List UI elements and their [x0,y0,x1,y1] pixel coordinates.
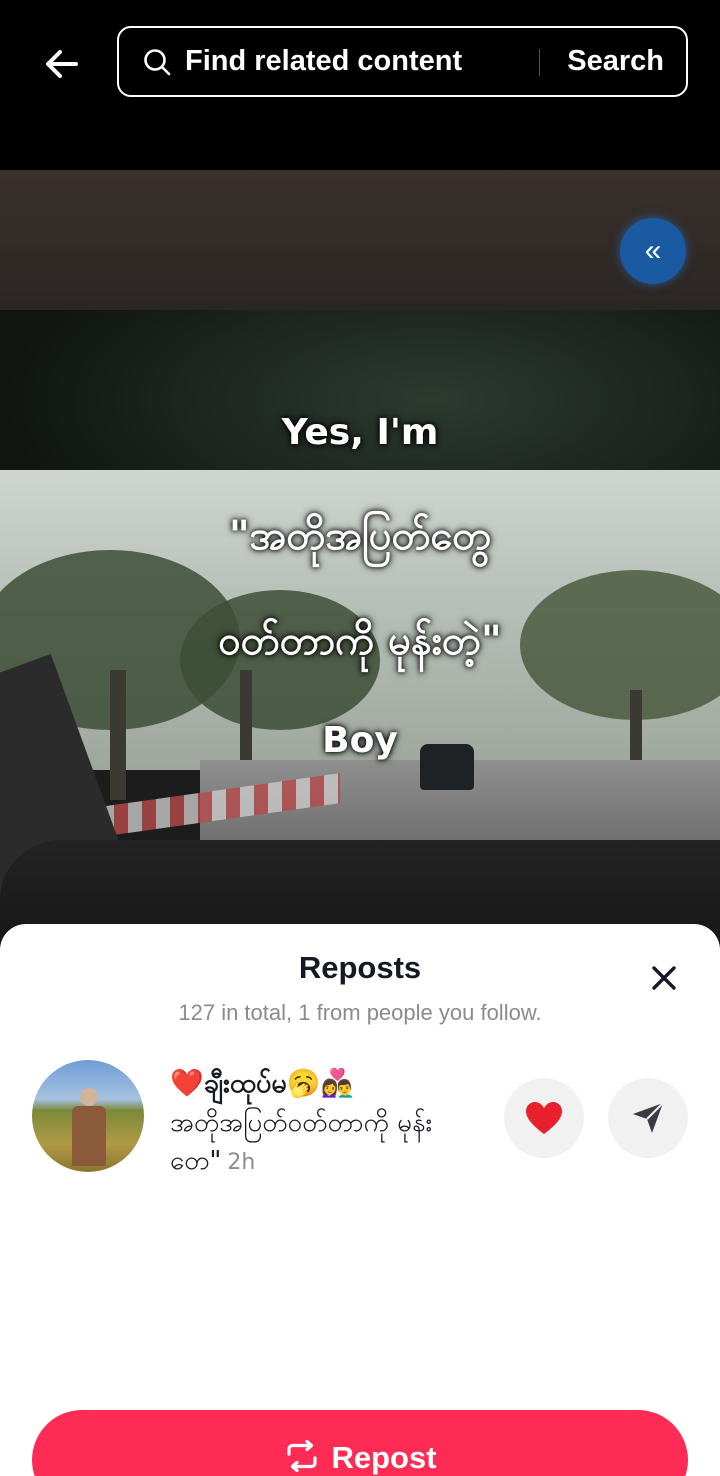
heart-icon [526,1102,562,1134]
overlay-text-line: Yes, I'm [281,412,439,453]
search-bar: Search [117,26,688,97]
overlay-text-line: "အတိုအပြတ်တွေ [228,513,492,559]
sheet-title: Reposts [298,950,422,985]
user-caption: အတိုအပြတ်ဝတ်တာကို မုန်းတေ" 2h [170,1104,490,1182]
avatar-body [72,1106,106,1166]
search-icon [141,46,173,78]
send-icon [633,1102,664,1133]
repost-button[interactable]: Repost [32,1410,688,1476]
avatar-figure [72,1088,106,1166]
repost-label: Repost [331,1440,437,1475]
avatar-head [80,1088,98,1106]
search-button[interactable]: Search [567,28,664,95]
repost-count: 127 in total, 1 from people you follow. [178,1000,542,1025]
video-player[interactable]: « Yes, I'm "အတိုအပြတ်တွေ ဝတ်တာကို မုန်းတ… [0,170,720,950]
list-item[interactable]: ❤️ချီးထုပ်မ🥱👩‍❤️‍👨 အတိုအပြတ်ဝတ်တာကို မုန… [0,1060,720,1200]
reposts-sheet: Reposts 127 in total, 1 from people you … [0,924,720,1476]
overlay-text-line: Boy [322,720,398,761]
close-icon [652,966,676,990]
overlay-text-line: ဝတ်တာကို မုန်းတဲ့" [218,618,502,664]
expand-button[interactable]: « [620,218,686,284]
repost-icon [283,1440,321,1472]
caption-text: အတိုအပြတ်ဝတ်တာကို မုန်းတေ" [170,1108,433,1176]
search-divider [539,49,540,76]
avatar[interactable] [32,1060,144,1172]
search-input[interactable] [185,45,525,78]
like-button[interactable] [504,1078,584,1158]
send-button[interactable] [608,1078,688,1158]
timestamp: 2h [227,1150,256,1175]
close-button[interactable] [642,956,686,1000]
user-info: ❤️ချီးထုပ်မ🥱👩‍❤️‍👨 အတိုအပြတ်ဝတ်တာကို မုန… [170,1064,490,1182]
back-button[interactable] [36,38,88,90]
top-bar: Search [0,0,720,170]
video-roof [0,170,720,310]
expand-icon: « [644,234,662,267]
back-arrow-icon [46,50,78,78]
user-name[interactable]: ❤️ချီးထုပ်မ🥱👩‍❤️‍👨 [170,1064,490,1104]
